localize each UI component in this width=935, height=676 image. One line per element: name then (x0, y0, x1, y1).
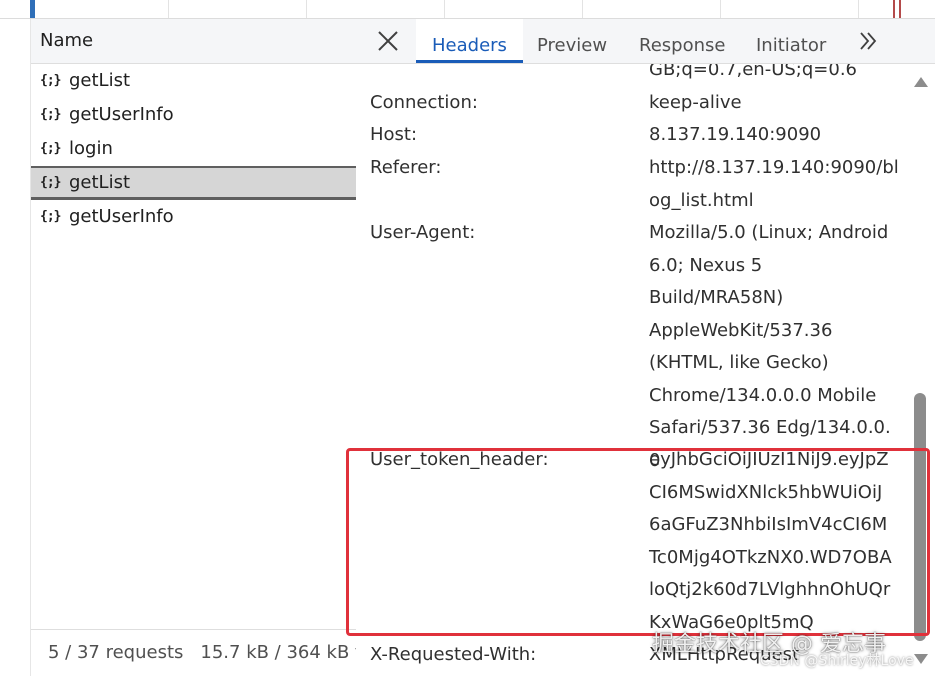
request-name: getList (69, 70, 131, 91)
header-value: Mozilla/5.0 (Linux; Android 6.0; Nexus 5… (649, 222, 891, 471)
request-count: 5 / 37 requests (48, 642, 184, 663)
scroll-up-button[interactable] (912, 74, 930, 88)
header-value: XMLHttpRequest (649, 644, 800, 665)
triangle-down-icon (914, 654, 928, 664)
header-value: http://8.137.19.140:9090/bl og_list.html (649, 157, 899, 211)
xhr-request-icon: {;} (40, 107, 61, 122)
request-headers-list: GB;q=0.7,en-US;q=0.6 Connection: keep-al… (356, 64, 916, 676)
xhr-request-icon: {;} (40, 174, 61, 190)
timeline-gridline (858, 0, 859, 18)
header-name: Connection: (370, 92, 478, 113)
more-tabs-button[interactable] (856, 29, 880, 53)
xhr-request-icon: {;} (40, 209, 61, 224)
detail-tab-bar: Headers Preview Response Initiator (356, 19, 935, 64)
header-name: User-Agent: (370, 222, 476, 243)
request-row-login[interactable]: {;} login (31, 132, 356, 166)
scrollbar-thumb[interactable] (914, 393, 926, 641)
request-name: login (69, 138, 113, 159)
name-column-label: Name (40, 30, 94, 51)
timeline-load-marker (899, 0, 901, 18)
network-status-bar: 5 / 37 requests 15.7 kB / 364 kB tra (31, 629, 356, 676)
scroll-down-button[interactable] (912, 651, 930, 665)
close-detail-button[interactable] (374, 27, 402, 55)
name-column-header[interactable]: Name (31, 19, 356, 64)
timeline-gridline (168, 0, 169, 18)
header-value: 8.137.19.140:9090 (649, 124, 822, 145)
timeline-gridline (444, 0, 445, 18)
timeline-left-marker (30, 0, 35, 18)
request-name: getList (69, 171, 131, 193)
header-value: keep-alive (649, 92, 742, 113)
timeline-gridline (582, 0, 583, 18)
request-name: getUserInfo (69, 104, 174, 125)
header-name: X-Requested-With: (370, 644, 537, 665)
timeline-gridline (720, 0, 721, 18)
tab-initiator[interactable]: Initiator (756, 19, 826, 63)
request-row-getlist[interactable]: {;} getList (31, 64, 356, 98)
network-timeline[interactable] (0, 0, 935, 19)
close-icon (378, 31, 398, 51)
request-row-getuserinfo[interactable]: {;} getUserInfo (31, 98, 356, 132)
request-detail-panel: Headers Preview Response Initiator GB;q=… (356, 19, 935, 676)
header-name: Referer: (370, 157, 442, 178)
tab-headers[interactable]: Headers (416, 19, 523, 63)
timeline-gridline (306, 0, 307, 18)
header-name: User_token_header: (370, 449, 549, 470)
tab-preview[interactable]: Preview (537, 19, 607, 63)
xhr-request-icon: {;} (40, 73, 61, 88)
request-name: getUserInfo (69, 206, 174, 227)
request-row-getuserinfo[interactable]: {;} getUserInfo (31, 200, 356, 234)
timeline-load-marker (893, 0, 895, 18)
triangle-up-icon (914, 77, 928, 87)
header-value: eyJhbGciOiJIUzI1NiJ9.eyJpZ CI6MSwidXNlck… (649, 449, 892, 633)
chevron-double-right-icon (860, 32, 877, 50)
transfer-size: 15.7 kB / 364 kB tra (200, 642, 356, 663)
header-name: Host: (370, 124, 418, 145)
request-row-getlist-selected[interactable]: {;} getList (31, 166, 356, 200)
requests-panel: Name {;} getList {;} getUserInfo {;} log… (30, 19, 357, 676)
xhr-request-icon: {;} (40, 141, 61, 156)
header-value: GB;q=0.7,en-US;q=0.6 (649, 64, 857, 80)
tab-response[interactable]: Response (639, 19, 725, 63)
